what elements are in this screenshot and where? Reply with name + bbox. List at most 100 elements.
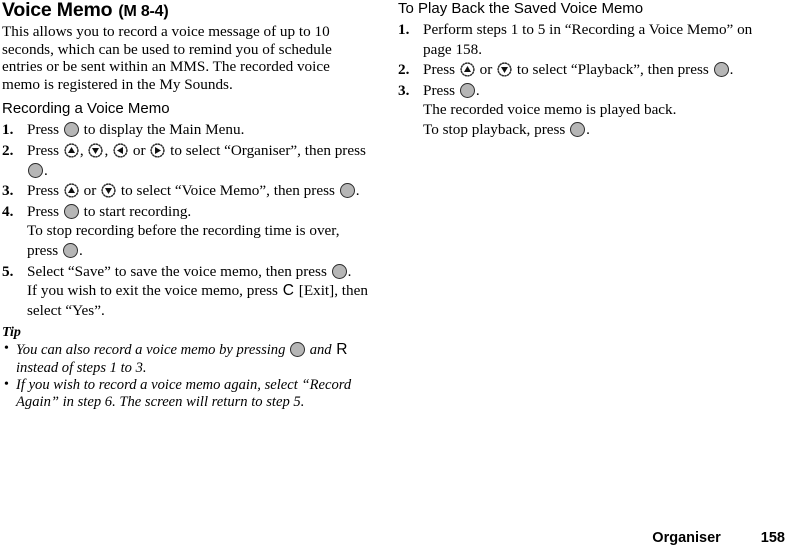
step-number: 5.: [2, 262, 14, 280]
center-select-key-icon: [290, 342, 306, 358]
step-number: 3.: [398, 81, 410, 99]
step-text: instead of steps 1 to 3.: [16, 359, 147, 376]
step-text: If you wish to exit the voice memo, pres…: [27, 282, 282, 300]
step-line: You can also record a voice memo by pres…: [16, 341, 368, 376]
step-text: .: [475, 81, 480, 99]
step-text: .: [729, 61, 734, 79]
tip-item: • If you wish to record a voice memo agai…: [2, 377, 368, 411]
step-text: or: [79, 182, 101, 200]
left-navigation-key-icon: [113, 143, 128, 158]
step-line: Press or to select “Playback”, then pres…: [423, 60, 764, 80]
step-text: Press: [27, 202, 63, 220]
tip-heading: Tip: [2, 325, 21, 341]
step-text: Press: [423, 61, 459, 79]
right-column: To Play Back the Saved Voice Memo 1. Perf…: [398, 0, 764, 141]
step-text: Press: [27, 121, 63, 139]
tip-bullet: •: [4, 341, 9, 357]
center-select-key-icon: [339, 183, 355, 199]
center-select-key-icon: [570, 121, 586, 137]
step-text: .: [79, 241, 83, 259]
step-item: 3. Press . The recorded voice memo is play…: [398, 81, 764, 140]
step-number: 1.: [398, 21, 410, 38]
footer-page-number: 158: [760, 530, 785, 546]
down-navigation-key-icon: [497, 62, 512, 77]
step-number: 1.: [2, 121, 14, 139]
step-text: .: [347, 262, 352, 280]
step-text: or: [475, 61, 497, 79]
step-item: 4. Press to start recording. To stop recor…: [2, 202, 368, 261]
step-line: Press to start recording.: [27, 202, 368, 222]
step-line: Press .: [423, 81, 764, 101]
page-title-main: Voice Memo: [2, 0, 113, 21]
page-footer: Organiser 158: [0, 527, 793, 547]
step-text: Press: [423, 81, 459, 99]
step-text: Select “Save” to save the voice memo, th…: [27, 262, 331, 280]
page-title: Voice Memo (M 8-4): [2, 0, 368, 22]
step-line: If you wish to record a voice memo again…: [16, 377, 368, 411]
step-text: Press: [27, 141, 63, 159]
manual-page: Voice Memo (M 8-4) This allows you to rec…: [0, 0, 793, 553]
c-key-label: C: [282, 282, 294, 300]
step-text: to select “Voice Memo”, then press: [117, 182, 339, 200]
step-text: ,: [79, 141, 88, 159]
recording-steps-list: 1. Press to display the Main Menu. 2. Press…: [2, 120, 368, 320]
footer-chapter-label: Organiser: [652, 530, 721, 546]
right-navigation-key-icon: [150, 143, 165, 158]
step-item: 1. Perform steps 1 to 5 in “Recording a V…: [398, 20, 764, 59]
step-text: Press: [27, 182, 63, 200]
step-item: 1. Press to display the Main Menu.: [2, 120, 368, 140]
step-text: to select “Playback”, then press: [513, 61, 713, 79]
center-select-key-icon: [63, 203, 79, 219]
up-navigation-key-icon: [460, 62, 475, 77]
step-item: 3. Press or to select “Voice Memo”, then …: [2, 181, 368, 201]
center-select-key-icon: [63, 122, 79, 138]
center-select-key-icon: [713, 62, 729, 78]
down-navigation-key-icon: [101, 183, 116, 198]
step-line: Press to display the Main Menu.: [27, 120, 368, 140]
step-line: To stop playback, press .: [423, 120, 764, 140]
center-select-key-icon: [63, 242, 79, 258]
page-title-suffix: (M 8-4): [118, 3, 169, 20]
step-line: Press , , or to select “Organiser”, then…: [27, 141, 368, 180]
step-text: If you wish to record a voice memo again…: [16, 376, 352, 410]
step-text: .: [586, 120, 590, 138]
playback-steps-list: 1. Perform steps 1 to 5 in “Recording a V…: [398, 20, 764, 140]
tip-bullet: •: [4, 376, 9, 392]
down-navigation-key-icon: [88, 143, 104, 158]
footer-inner: Organiser 158: [652, 529, 785, 547]
step-item: 5. Select “Save” to save the voice memo, …: [2, 262, 368, 321]
intro-paragraph: This allows you to record a voice messag…: [2, 23, 332, 93]
step-line: Perform steps 1 to 5 in “Recording a Voi…: [423, 20, 764, 59]
left-column: Voice Memo (M 8-4) This allows you to rec…: [2, 0, 368, 411]
step-text: and: [306, 342, 336, 359]
up-navigation-key-icon: [64, 183, 79, 198]
step-line: Select “Save” to save the voice memo, th…: [27, 262, 368, 282]
step-text: to display the Main Menu.: [79, 121, 245, 139]
up-navigation-key-icon: [64, 143, 79, 158]
step-text: to start recording.: [79, 202, 192, 220]
step-line: Press or to select “Voice Memo”, then pr…: [27, 181, 368, 201]
step-number: 2.: [2, 141, 14, 159]
center-select-key-icon: [459, 82, 475, 98]
step-line: To stop recording before the recording t…: [27, 221, 368, 260]
step-line: The recorded voice memo is played back.: [423, 100, 764, 120]
step-text: Perform steps 1 to 5 in “Recording a Voi…: [423, 21, 753, 58]
center-select-key-icon: [331, 263, 347, 279]
step-text: To stop playback, press: [423, 120, 570, 138]
step-number: 2.: [398, 61, 410, 79]
step-number: 4.: [2, 202, 14, 220]
tip-item: • You can also record a voice memo by pre…: [2, 341, 368, 376]
step-text: The recorded voice memo is played back.: [423, 101, 677, 119]
step-text: to select “Organiser”, then press: [166, 141, 366, 159]
step-item: 2. Press , , or to select “Organiser”, th…: [2, 141, 368, 180]
step-line: If you wish to exit the voice memo, pres…: [27, 281, 368, 320]
r-key-label: R: [336, 341, 348, 359]
step-text: .: [355, 182, 360, 200]
step-item: 2. Press or to select “Playback”, then pr…: [398, 60, 764, 80]
center-select-key-icon: [28, 162, 43, 178]
step-text: or: [129, 141, 150, 159]
step-text: You can also record a voice memo by pres…: [16, 342, 290, 359]
section-heading-playback: To Play Back the Saved Voice Memo: [398, 0, 644, 17]
step-text: .: [44, 161, 48, 179]
step-number: 3.: [2, 182, 14, 200]
